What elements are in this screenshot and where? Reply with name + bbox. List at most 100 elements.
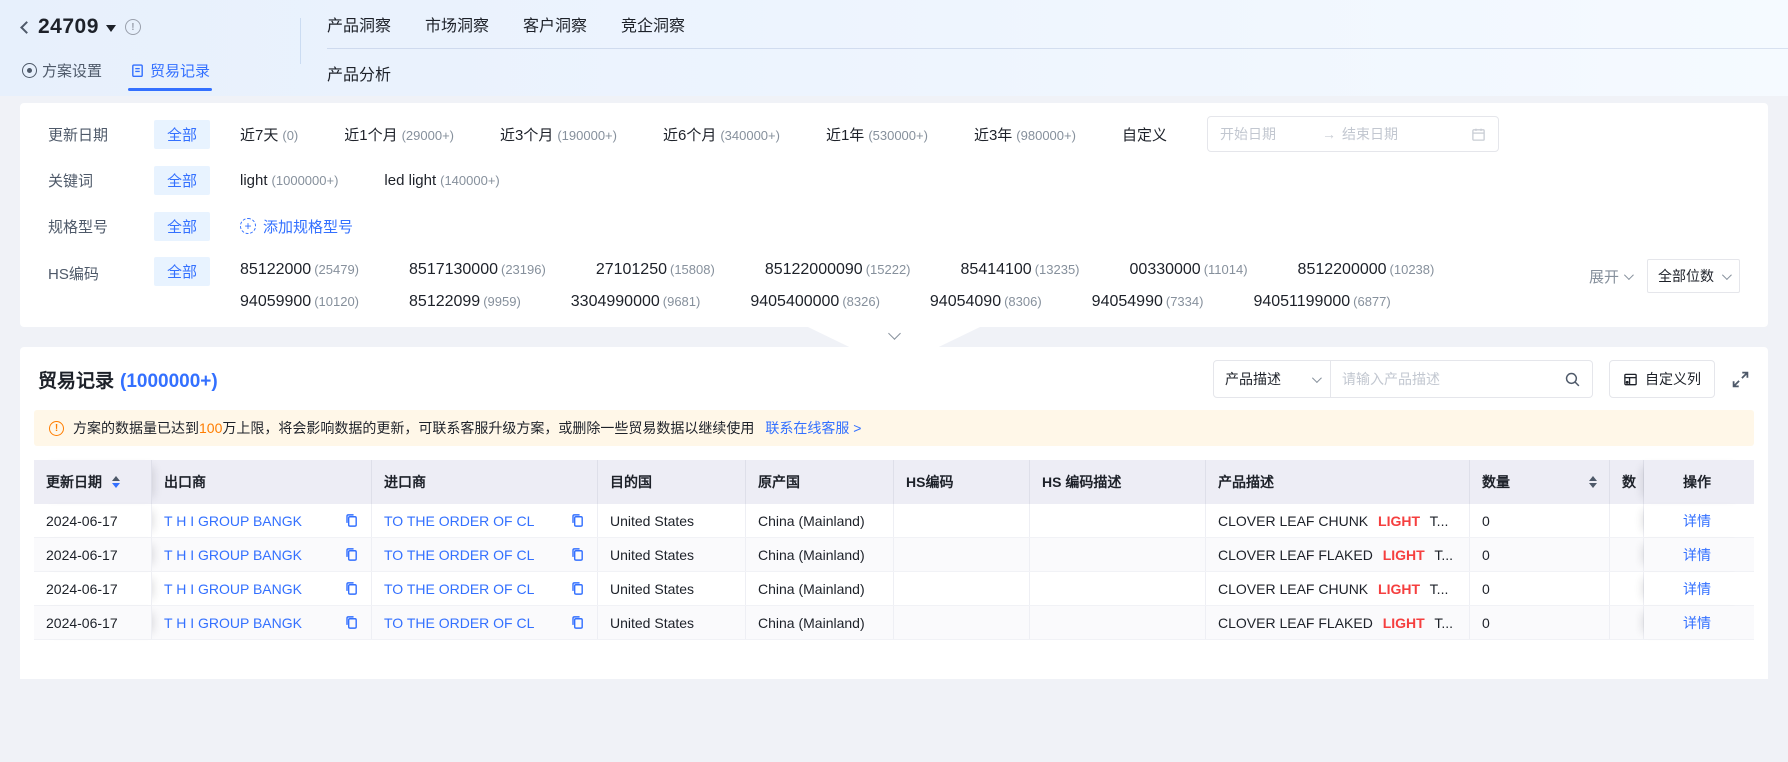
- col-product-desc: 产品描述: [1206, 460, 1470, 504]
- update-date-option[interactable]: 近6个月 (340000+): [663, 124, 780, 145]
- search-icon[interactable]: [1564, 371, 1581, 388]
- custom-date-option[interactable]: 自定义: [1122, 124, 1167, 145]
- detail-link[interactable]: 详情: [1683, 613, 1711, 633]
- exporter-link[interactable]: T H I GROUP BANGK: [164, 581, 302, 597]
- hs-code-option[interactable]: 85122000090 (15222): [765, 261, 911, 279]
- chevron-down-icon: [1311, 372, 1322, 383]
- date-range-picker[interactable]: →: [1206, 116, 1499, 152]
- end-date-input[interactable]: [1341, 126, 1438, 142]
- cell-actions: 详情: [1644, 504, 1750, 537]
- nav-tab-market-insight[interactable]: 市场洞察: [425, 12, 489, 36]
- detail-link[interactable]: 详情: [1683, 545, 1711, 565]
- search-box[interactable]: [1331, 360, 1593, 398]
- copy-icon[interactable]: [344, 615, 359, 630]
- spec-all-chip[interactable]: 全部: [154, 211, 211, 241]
- exporter-link[interactable]: T H I GROUP BANGK: [164, 513, 302, 529]
- hs-code-option[interactable]: 94051199000 (6877): [1253, 293, 1390, 311]
- importer-link[interactable]: TO THE ORDER OF CL: [384, 615, 534, 631]
- update-date-option[interactable]: 近3个月 (190000+): [500, 124, 617, 145]
- cell-hs-code: [894, 504, 1030, 537]
- detail-link[interactable]: 详情: [1683, 511, 1711, 531]
- importer-link[interactable]: TO THE ORDER OF CL: [384, 581, 534, 597]
- fullscreen-button[interactable]: [1731, 370, 1750, 389]
- filter-label: HS编码: [48, 266, 99, 283]
- collapse-filters-button[interactable]: [808, 327, 980, 347]
- search-input[interactable]: [1342, 371, 1564, 387]
- col-update-date[interactable]: 更新日期: [34, 460, 152, 504]
- update-date-option[interactable]: 近3年 (980000+): [974, 124, 1076, 145]
- nav-tab-customer-insight[interactable]: 客户洞察: [523, 12, 587, 36]
- hs-code-option[interactable]: 00330000 (11014): [1130, 261, 1248, 279]
- hs-code-option[interactable]: 85122000 (25479): [240, 261, 359, 279]
- hs-code-option[interactable]: 27101250 (15808): [596, 261, 715, 279]
- topbar: 24709 ! 方案设置 贸易记录 产品洞察 市场洞察 客户洞察 竞企洞察 产品…: [0, 0, 1788, 96]
- copy-icon[interactable]: [570, 581, 585, 596]
- detail-link[interactable]: 详情: [1683, 579, 1711, 599]
- sort-icon[interactable]: [112, 476, 120, 488]
- cell-origin: China (Mainland): [746, 504, 894, 537]
- update-date-option[interactable]: 近1个月 (29000+): [344, 124, 454, 145]
- cell-product-desc: CLOVER LEAF FLAKED LIGHT T...: [1206, 538, 1470, 571]
- exporter-link[interactable]: T H I GROUP BANGK: [164, 615, 302, 631]
- back-icon[interactable]: [20, 20, 33, 34]
- search-field-select[interactable]: 产品描述: [1213, 360, 1331, 398]
- info-icon[interactable]: !: [124, 19, 141, 35]
- filter-label: 规格型号: [48, 218, 109, 236]
- filter-panel: 更新日期 全部 近7天 (0) 近1个月 (29000+) 近3个月 (190000+…: [20, 103, 1768, 347]
- update-date-all-chip[interactable]: 全部: [154, 119, 211, 149]
- cell-origin: China (Mainland): [746, 538, 894, 571]
- col-quantity[interactable]: 数量: [1470, 460, 1610, 504]
- contact-support-link[interactable]: 联系在线客服 >: [765, 418, 861, 438]
- update-date-option[interactable]: 近1年 (530000+): [826, 124, 928, 145]
- importer-link[interactable]: TO THE ORDER OF CL: [384, 547, 534, 563]
- hs-code-option[interactable]: 8512200000 (10238): [1298, 261, 1435, 279]
- arrow-right-icon: →: [1321, 126, 1336, 142]
- cell-product-desc: CLOVER LEAF FLAKED LIGHT T...: [1206, 606, 1470, 639]
- importer-link[interactable]: TO THE ORDER OF CL: [384, 513, 534, 529]
- hs-code-option[interactable]: 9405400000 (8326): [750, 293, 880, 311]
- nav-tab-competitor-insight[interactable]: 竞企洞察: [621, 12, 685, 36]
- hs-code-option[interactable]: 8517130000 (23196): [409, 261, 546, 279]
- keyword-all-chip[interactable]: 全部: [154, 165, 211, 195]
- filter-row-keyword: 关键词 全部 light (1000000+) led light (140000+…: [48, 157, 1740, 203]
- hs-code-option[interactable]: 94059900 (10120): [240, 293, 359, 311]
- cell-destination: United States: [598, 504, 746, 537]
- cell-exporter: T H I GROUP BANGK: [152, 504, 372, 537]
- cell-exporter: T H I GROUP BANGK: [152, 606, 372, 639]
- digits-select[interactable]: 全部位数: [1647, 259, 1740, 293]
- hs-code-option[interactable]: 85414100 (13235): [961, 261, 1080, 279]
- hs-code-option[interactable]: 3304990000 (9681): [571, 293, 701, 311]
- copy-icon[interactable]: [570, 547, 585, 562]
- hs-all-chip[interactable]: 全部: [154, 257, 211, 286]
- expand-toggle[interactable]: 展开: [1589, 266, 1634, 287]
- cell-importer: TO THE ORDER OF CL: [372, 572, 598, 605]
- copy-icon[interactable]: [344, 581, 359, 596]
- copy-icon[interactable]: [344, 513, 359, 528]
- tab-label: 贸易记录: [150, 63, 211, 80]
- tab-trade-records[interactable]: 贸易记录: [128, 60, 213, 91]
- exporter-link[interactable]: T H I GROUP BANGK: [164, 547, 302, 563]
- copy-icon[interactable]: [344, 547, 359, 562]
- filter-label: 更新日期: [48, 126, 109, 144]
- cell-date: 2024-06-17: [34, 538, 152, 571]
- warning-text: 方案的数据量已达到100万上限，将会影响数据的更新，可联系客服升级方案，或删除一…: [73, 420, 755, 436]
- sort-icon[interactable]: [1589, 476, 1597, 488]
- nav-tab-product-insight[interactable]: 产品洞察: [327, 12, 391, 36]
- update-date-option[interactable]: 近7天 (0): [240, 124, 298, 145]
- keyword-option[interactable]: light (1000000+): [240, 172, 338, 189]
- sub-tab-product-analysis[interactable]: 产品分析: [327, 61, 1788, 85]
- cell-clipped: [1610, 606, 1644, 639]
- keyword-option[interactable]: led light (140000+): [384, 172, 499, 189]
- hs-code-option[interactable]: 94054090 (8306): [930, 293, 1042, 311]
- cell-quantity: 0: [1470, 504, 1610, 537]
- hs-code-option[interactable]: 85122099 (9959): [409, 293, 521, 311]
- plan-dropdown-icon[interactable]: [105, 24, 116, 32]
- tab-plan-settings[interactable]: 方案设置: [22, 60, 102, 81]
- custom-columns-button[interactable]: 自定义列: [1609, 360, 1715, 398]
- copy-icon[interactable]: [570, 615, 585, 630]
- start-date-input[interactable]: [1219, 126, 1316, 142]
- cell-hs-desc: [1030, 572, 1206, 605]
- add-spec-button[interactable]: + 添加规格型号: [240, 216, 353, 237]
- copy-icon[interactable]: [570, 513, 585, 528]
- hs-code-option[interactable]: 94054990 (7334): [1092, 293, 1204, 311]
